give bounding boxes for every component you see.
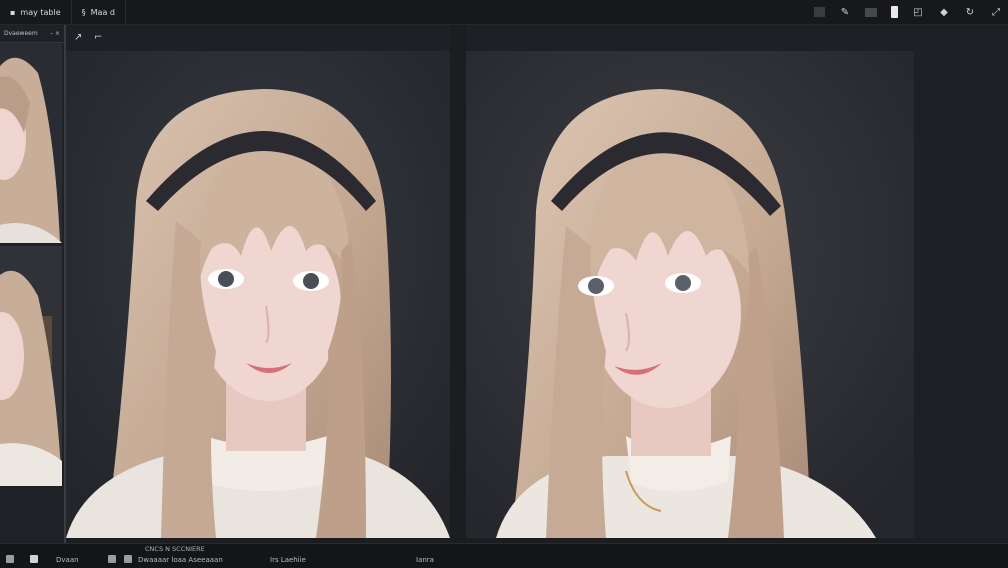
expand-icon[interactable]: ⤢ xyxy=(990,6,1002,18)
fill-icon[interactable]: ◆ xyxy=(938,6,950,18)
toolbar: ✎ ◰ ◆ ↻ ⤢ xyxy=(814,0,1002,24)
tab-document[interactable]: ▪ may table xyxy=(0,0,72,24)
document-icon: ▪ xyxy=(10,7,16,17)
grid-small-icon[interactable] xyxy=(124,555,132,563)
title-bar: ▪ may table § Maa d ✎ ◰ ◆ ↻ ⤢ xyxy=(0,0,1008,25)
right-gutter xyxy=(914,51,1008,538)
status-bar: CNCS N SCCNIERE Dvaan Dwaaaar loaa Aseea… xyxy=(0,543,1008,568)
thumbnail-1[interactable] xyxy=(0,43,62,243)
thumbnail-sidebar: Dvaeweem – × xyxy=(0,25,66,543)
pen-icon[interactable]: ↗ xyxy=(74,32,82,43)
tab-second[interactable]: § Maa d xyxy=(72,0,126,24)
sidebar-close-button[interactable]: – × xyxy=(50,30,60,37)
thumbnail-2[interactable] xyxy=(0,246,62,486)
layers-icon[interactable] xyxy=(30,555,38,563)
status-item[interactable]: Dwaaaar loaa Aseeaaan xyxy=(138,556,223,564)
tab-label: may table xyxy=(20,7,61,17)
portrait-image-left xyxy=(66,51,450,538)
shield-icon[interactable] xyxy=(6,555,14,563)
page-icon[interactable] xyxy=(891,6,898,18)
status-item[interactable]: Dvaan xyxy=(56,556,79,564)
tab-label: Maa d xyxy=(90,7,115,17)
rotate-icon[interactable]: ↻ xyxy=(964,6,976,18)
right-canvas[interactable] xyxy=(466,51,914,538)
sidebar-title: Dvaeweem xyxy=(4,30,38,37)
checkbox-icon[interactable] xyxy=(108,555,116,563)
grid-icon[interactable] xyxy=(865,7,877,17)
status-caption: CNCS N SCCNIERE xyxy=(145,545,205,553)
portrait-image-right xyxy=(466,51,914,538)
hash-icon: § xyxy=(81,7,86,17)
left-canvas[interactable] xyxy=(66,51,450,538)
brush-icon[interactable]: ✎ xyxy=(839,6,851,18)
sidebar-header: Dvaeweem – × xyxy=(0,25,64,43)
left-panel-toolbar: ↗ ⌐ xyxy=(66,25,450,51)
crop-icon[interactable]: ◰ xyxy=(912,6,924,18)
right-panel-toolbar xyxy=(466,25,1008,51)
layer-icon[interactable] xyxy=(814,7,825,17)
cursor-icon[interactable]: ⌐ xyxy=(94,32,102,43)
status-item[interactable]: Irs Laehiie xyxy=(270,556,306,564)
status-item[interactable]: Ianra xyxy=(416,556,434,564)
